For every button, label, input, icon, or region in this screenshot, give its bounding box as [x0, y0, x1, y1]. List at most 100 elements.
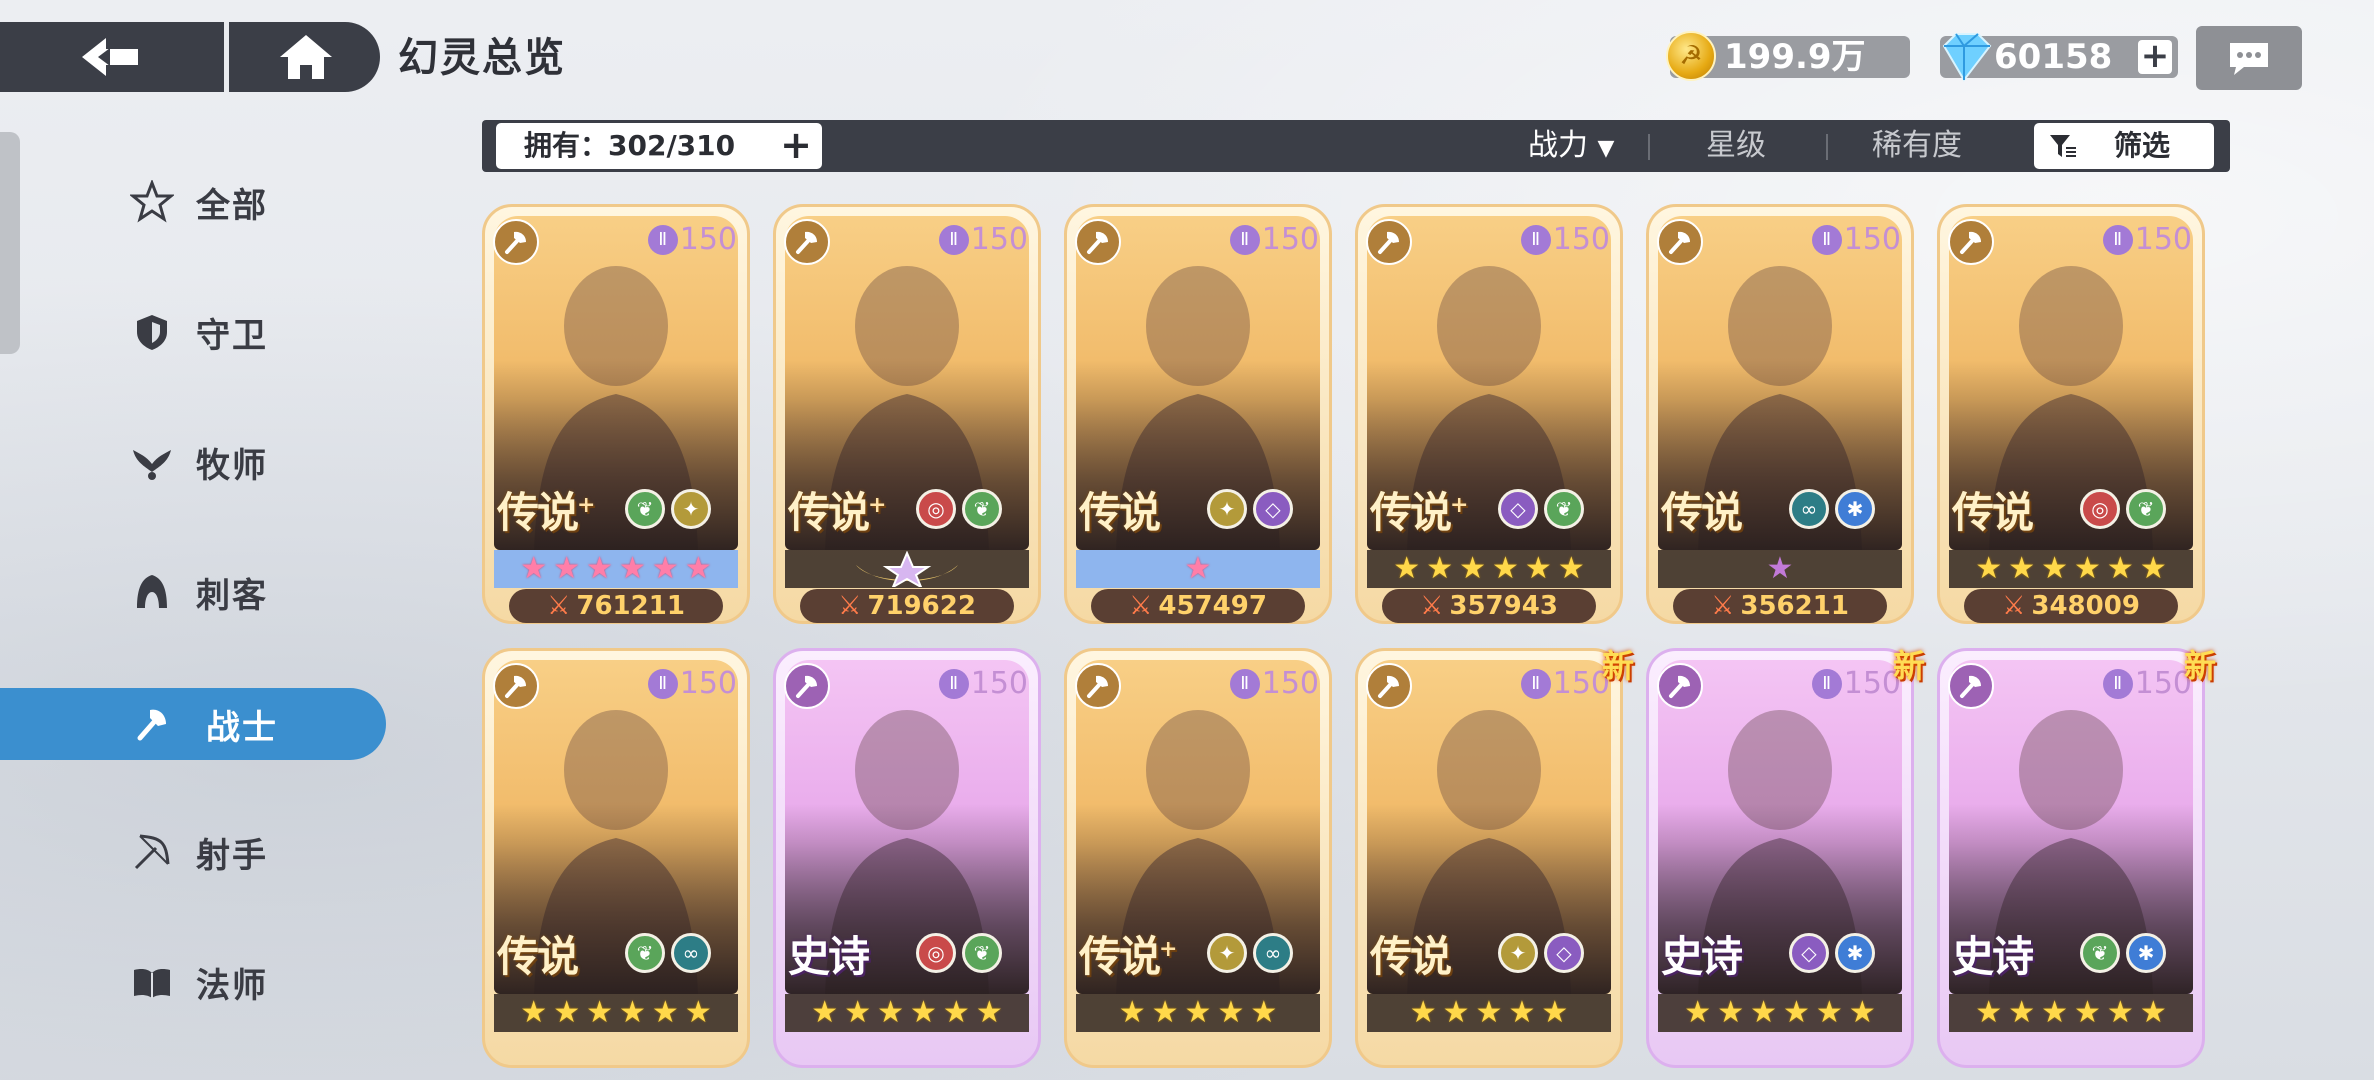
star-icon: ★ [942, 995, 970, 1030]
home-button[interactable] [232, 22, 380, 92]
rarity-label: 传说 [1370, 923, 1452, 984]
hero-card[interactable]: Ⅱ 150 传说 ✦ ◇ ★ ⚔ 457497 [1064, 204, 1332, 624]
sort-rarity-button[interactable]: 稀有度 [1872, 120, 1962, 172]
star-icon: ★ [1426, 551, 1454, 586]
star-icon: ★ [684, 551, 712, 586]
sidebar-item-guard[interactable]: 守卫 [0, 296, 386, 368]
rarity-plus: + [1159, 936, 1177, 962]
gold-value: 199.9万 [1724, 37, 1866, 77]
void-icon: ◇ [1498, 489, 1538, 529]
sidebar-item-label: 战士 [206, 707, 278, 748]
hero-card[interactable]: Ⅱ 150 传说 ∞ ✱ ★ ⚔ 356211 [1646, 204, 1914, 624]
star-icon: ★ [586, 551, 613, 586]
star-icon: ★ [1557, 551, 1585, 586]
hero-card[interactable]: Ⅱ 150 传说+ ◎ ❦ ⚔ 719622 [773, 204, 1041, 624]
rarity-plus: + [577, 492, 595, 518]
class-axe-icon [1948, 663, 1994, 709]
sidebar-item-label: 全部 [196, 185, 268, 226]
star-icon: ★ [553, 995, 581, 1030]
hero-level-value: 150 [679, 666, 737, 701]
star-icon: ★ [2008, 551, 2036, 586]
sidebar-item-assassin[interactable]: 刺客 [0, 556, 386, 628]
hero-card[interactable]: Ⅱ 150 传说 ❦ ∞ ★ ★ ★ ★ ★ ★ [482, 648, 750, 1068]
star-rating: ★ ★ ★ ★ ★ [1367, 994, 1611, 1032]
star-icon: ★ [2106, 995, 2134, 1030]
level-badge-icon: Ⅱ [2102, 225, 2133, 255]
light-icon: ✦ [1498, 933, 1538, 973]
hood-icon [130, 570, 174, 614]
power-value: ⚔ 457497 [1091, 589, 1305, 623]
hero-card[interactable]: Ⅱ 150 史诗 ◎ ❦ ★ ★ ★ ★ ★ ★ [773, 648, 1041, 1068]
gold-counter: ☭ 199.9万 [1666, 31, 1910, 81]
power-value: ⚔ 761211 [509, 589, 723, 623]
expand-plus-icon: + [780, 123, 812, 167]
power-number: 719622 [867, 591, 976, 621]
filter-icon [2050, 135, 2076, 157]
rarity-plus: + [868, 492, 886, 518]
rarity-label: 传说 [1079, 479, 1161, 540]
hero-card[interactable]: Ⅱ 150 传说+ ❦ ✦ ★ ★ ★ ★ ★ ★ ⚔ 761211 [482, 204, 750, 624]
hero-level-value: 150 [679, 222, 737, 257]
hero-card[interactable]: Ⅱ 150 新史诗 ❦ ✱ ★ ★ ★ ★ ★ ★ [1937, 647, 2216, 1068]
rarity-label: 传说+ [497, 479, 596, 540]
star-icon: ★ [1541, 995, 1569, 1030]
power-number: 761211 [576, 591, 685, 621]
sort-desc-icon: ▼ [1597, 136, 1615, 161]
star-icon: ★ [1848, 995, 1876, 1030]
wings-icon [130, 440, 174, 484]
star-icon: ★ [2041, 995, 2068, 1030]
hero-level: Ⅱ 150 [1811, 665, 1901, 703]
rarity-text: 传说 [1661, 488, 1743, 537]
star-icon: ★ [1217, 995, 1245, 1030]
hero-card[interactable]: Ⅱ 150 新传说 ✦ ◇ ★ ★ ★ ★ ★ [1355, 647, 1634, 1068]
sidebar-item-label: 守卫 [196, 315, 268, 356]
hero-card[interactable]: Ⅱ 150 传说+ ✦ ∞ ★ ★ ★ ★ ★ [1064, 648, 1332, 1068]
hero-level: Ⅱ 150 [1520, 221, 1610, 259]
filter-button[interactable]: 筛选 [2034, 123, 2214, 169]
owned-count-button[interactable]: 拥有：302/310 + [496, 123, 822, 169]
sidebar-item-label: 射手 [196, 835, 268, 876]
rarity-text: 传说 [497, 932, 579, 981]
back-button[interactable] [0, 22, 222, 92]
rarity-text: 史诗 [1952, 932, 2034, 981]
star-icon: ★ [2074, 995, 2101, 1030]
hero-card[interactable]: Ⅱ 150 传说 ◎ ❦ ★ ★ ★ ★ ★ ★ ⚔ 348009 [1937, 204, 2205, 624]
star-icon: ★ [2139, 995, 2167, 1030]
sidebar-item-mage[interactable]: 法师 [0, 946, 386, 1018]
star-icon: ★ [1684, 995, 1712, 1030]
sidebar-item-all[interactable]: 全部 [0, 166, 386, 238]
class-axe-icon [1075, 219, 1121, 265]
power-number: 457497 [1158, 591, 1267, 621]
star-icon: ★ [2041, 551, 2068, 586]
rarity-text: 传说 [1370, 932, 1452, 981]
home-icon [280, 35, 332, 79]
sidebar-item-warrior[interactable]: 战士 [0, 688, 386, 760]
rarity-label: 史诗 [1952, 923, 2034, 984]
hero-card[interactable]: Ⅱ 150 新史诗 ◇ ✱ ★ ★ ★ ★ ★ ★ [1646, 647, 1925, 1068]
star-icon: ★ [1393, 551, 1421, 586]
sort-separator [1826, 134, 1828, 160]
swirl-icon: ◎ [2080, 489, 2120, 529]
sort-power-button[interactable]: 战力 ▼ [1528, 120, 1614, 172]
rarity-text: 传说 [1952, 488, 2034, 537]
void-icon: ◇ [1253, 489, 1293, 529]
chat-button[interactable] [2196, 26, 2302, 90]
nature-icon: ❦ [625, 489, 665, 529]
hero-card[interactable]: Ⅱ 150 传说+ ◇ ❦ ★ ★ ★ ★ ★ ★ ⚔ 357943 [1355, 204, 1623, 624]
star-icon: ★ [975, 995, 1003, 1030]
hero-level: Ⅱ 150 [1520, 665, 1610, 703]
star-icon: ★ [2139, 551, 2167, 586]
sidebar-item-archer[interactable]: 射手 [0, 816, 386, 888]
sort-star-button[interactable]: 星级 [1706, 120, 1766, 172]
filter-label: 筛选 [2114, 129, 2171, 162]
rarity-text: 史诗 [1661, 932, 1743, 981]
sidebar-item-priest[interactable]: 牧师 [0, 426, 386, 498]
star-rating: ★ [1658, 550, 1902, 588]
infinity-icon: ∞ [671, 933, 711, 973]
star-rating: ★ [1076, 550, 1320, 588]
level-badge-icon: Ⅱ [938, 225, 969, 255]
star-icon: ★ [1184, 551, 1212, 586]
hero-level: Ⅱ 150 [647, 221, 737, 259]
add-gems-button[interactable]: + [2138, 39, 2172, 74]
star-icon: ★ [1184, 995, 1212, 1030]
